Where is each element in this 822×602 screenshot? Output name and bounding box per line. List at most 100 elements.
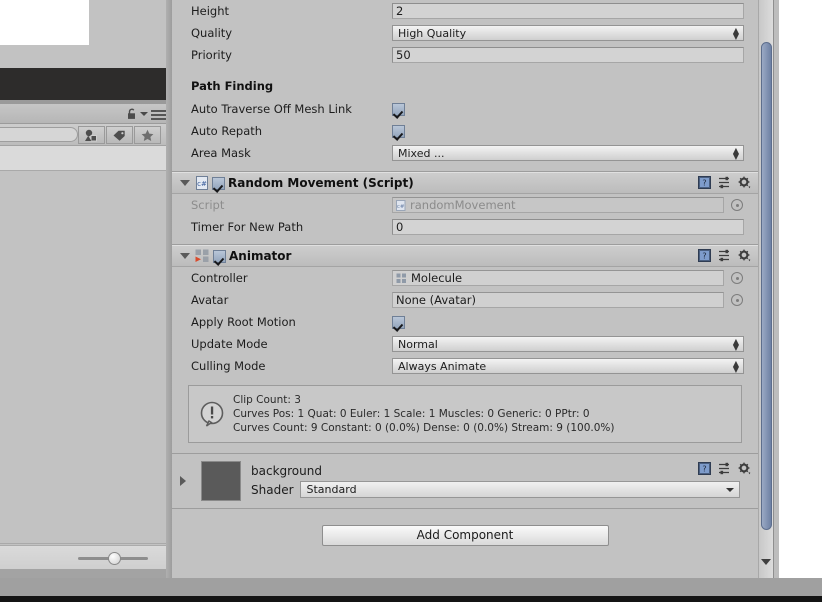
script-value: randomMovement: [410, 198, 516, 212]
field-row-quality: Quality High Quality ▲ ▼: [172, 22, 758, 44]
inspector-content: Height 2 Quality High Quality ▲ ▼ Priorit…: [172, 0, 758, 561]
field-label: Avatar: [191, 293, 229, 307]
left-panel: [0, 0, 170, 578]
gear-icon[interactable]: [738, 176, 751, 189]
auto-traverse-off-mesh-link-checkbox[interactable]: [392, 102, 405, 116]
field-row-update-mode: Update Mode Normal ▲ ▼: [172, 333, 758, 355]
info-line-1: Clip Count: 3: [233, 394, 301, 406]
help-book-icon[interactable]: ?: [698, 176, 711, 189]
preset-sliders-icon[interactable]: [718, 176, 731, 189]
height-input[interactable]: 2: [392, 3, 744, 19]
gear-icon[interactable]: [738, 462, 751, 475]
update-mode-value: Normal: [398, 337, 438, 351]
type-filter-button[interactable]: [78, 126, 105, 144]
project-panel-row[interactable]: [0, 146, 170, 171]
path-finding-section-title: Path Finding: [191, 79, 274, 93]
help-book-icon[interactable]: ?: [698, 249, 711, 262]
scene-view-dark-strip: [0, 68, 170, 100]
quality-dropdown[interactable]: High Quality ▲ ▼: [392, 25, 744, 41]
material-preview[interactable]: [201, 461, 241, 501]
help-book-icon[interactable]: ?: [698, 462, 711, 475]
animator-enabled-checkbox[interactable]: [213, 249, 226, 263]
field-label: Priority: [191, 48, 232, 62]
random-movement-enabled-checkbox[interactable]: [212, 176, 225, 190]
culling-mode-dropdown[interactable]: Always Animate ▲ ▼: [392, 358, 744, 374]
apply-root-motion-checkbox[interactable]: [392, 315, 405, 329]
svg-text:?: ?: [702, 179, 706, 188]
inspector-scrollbar[interactable]: [758, 0, 773, 578]
hamburger-menu-icon[interactable]: [151, 110, 166, 120]
svg-text:c#: c#: [397, 204, 405, 210]
field-row-culling-mode: Culling Mode Always Animate ▲ ▼: [172, 355, 758, 377]
foldout-arrow-icon[interactable]: [180, 180, 190, 186]
avatar-object-picker[interactable]: [731, 294, 743, 306]
info-line-3: Curves Count: 9 Constant: 0 (0.0%) Dense…: [233, 422, 615, 434]
label-filter-button[interactable]: [106, 126, 133, 144]
panel-bottom-divider: [0, 569, 170, 578]
chevron-down-icon: [725, 488, 734, 492]
field-label: Auto Traverse Off Mesh Link: [191, 102, 352, 116]
shader-dropdown[interactable]: Standard: [299, 481, 740, 498]
controller-value: Molecule: [411, 271, 463, 285]
scroll-down-arrow-icon[interactable]: [761, 559, 771, 565]
unity-editor-screenshot: Height 2 Quality High Quality ▲ ▼ Priorit…: [0, 0, 822, 602]
field-row-script: Script c# randomMovement: [172, 194, 758, 216]
zoom-slider-handle[interactable]: [108, 552, 121, 565]
field-row-auto-repath: Auto Repath: [172, 120, 758, 142]
component-header-icons: ?: [698, 249, 751, 262]
field-row-apply-root-motion: Apply Root Motion: [172, 311, 758, 333]
add-component-wrap: Add Component: [172, 509, 758, 561]
quality-dropdown-value: High Quality: [398, 26, 467, 40]
preset-sliders-icon[interactable]: [718, 249, 731, 262]
foldout-arrow-icon[interactable]: [180, 253, 190, 259]
field-label: Timer For New Path: [191, 220, 304, 234]
updown-arrows-icon: ▲ ▼: [732, 337, 739, 352]
field-label: Controller: [191, 271, 248, 285]
area-mask-dropdown[interactable]: Mixed ... ▲ ▼: [392, 145, 744, 161]
project-panel-search-row: [0, 124, 170, 146]
avatar-object-field[interactable]: None (Avatar): [392, 292, 724, 308]
controller-object-field[interactable]: Molecule: [392, 270, 724, 286]
chevron-down-icon[interactable]: [140, 112, 148, 116]
field-label: Apply Root Motion: [191, 315, 296, 329]
field-label: Auto Repath: [191, 124, 263, 138]
preset-sliders-icon[interactable]: [718, 462, 731, 475]
field-label: Update Mode: [191, 337, 268, 351]
favorites-button[interactable]: [134, 126, 161, 144]
gear-icon[interactable]: [738, 249, 751, 262]
svg-text:?: ?: [702, 252, 706, 261]
project-panel-body[interactable]: [0, 172, 170, 544]
script-object-field: c# randomMovement: [392, 197, 724, 213]
lock-icon[interactable]: [126, 108, 138, 120]
csharp-script-icon: c#: [396, 199, 406, 211]
controller-object-picker[interactable]: [731, 272, 743, 284]
shader-value: Standard: [306, 483, 357, 496]
field-row-avatar: Avatar None (Avatar): [172, 289, 758, 311]
field-label: Quality: [191, 26, 233, 40]
avatar-value: None (Avatar): [396, 293, 476, 307]
script-object-picker[interactable]: [731, 199, 743, 211]
info-line-2: Curves Pos: 1 Quat: 0 Euler: 1 Scale: 1 …: [233, 408, 590, 420]
add-component-button[interactable]: Add Component: [321, 524, 609, 546]
field-row-height: Height 2: [172, 0, 758, 22]
field-row-timer-for-new-path: Timer For New Path 0: [172, 216, 758, 238]
search-input[interactable]: [0, 127, 78, 142]
updown-arrows-icon: ▲ ▼: [732, 26, 739, 41]
info-box-text: Clip Count: 3 Curves Pos: 1 Quat: 0 Eule…: [233, 393, 615, 435]
material-foldout-arrow-icon[interactable]: [180, 476, 186, 486]
animator-info-box: Clip Count: 3 Curves Pos: 1 Quat: 0 Eule…: [188, 385, 742, 443]
update-mode-dropdown[interactable]: Normal ▲ ▼: [392, 336, 744, 352]
window-bottom-edge: [0, 596, 822, 602]
material-block: background Shader Standard ?: [172, 454, 758, 508]
svg-text:c#: c#: [197, 180, 207, 188]
field-row-area-mask: Area Mask Mixed ... ▲ ▼: [172, 142, 758, 164]
priority-input[interactable]: 50: [392, 47, 744, 63]
animator-component-header[interactable]: Animator ?: [172, 245, 758, 267]
area-mask-value: Mixed ...: [398, 146, 445, 160]
animator-controller-icon: [396, 273, 406, 283]
random-movement-component-header[interactable]: c# Random Movement (Script) ?: [172, 172, 758, 194]
timer-for-new-path-input[interactable]: 0: [392, 219, 744, 235]
auto-repath-checkbox[interactable]: [392, 124, 405, 138]
field-label: Height: [191, 4, 230, 18]
scrollbar-thumb[interactable]: [761, 42, 772, 530]
